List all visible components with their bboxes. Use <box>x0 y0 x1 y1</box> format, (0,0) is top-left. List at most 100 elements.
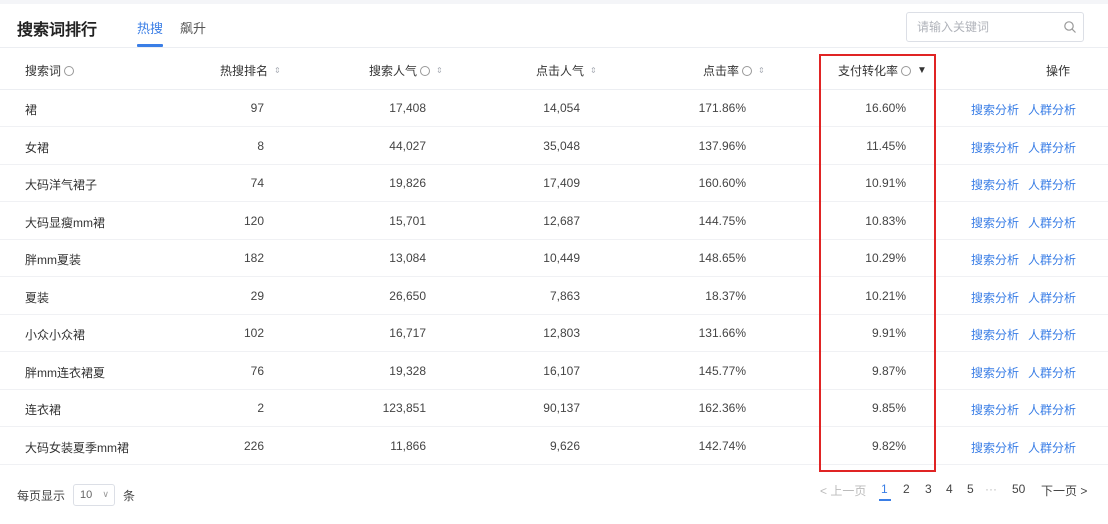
cell-click-popularity: 12,687 <box>543 213 580 228</box>
search-input[interactable] <box>907 13 1057 41</box>
cell-ctr: 160.60% <box>698 176 746 190</box>
tab-hot-search[interactable]: 热搜 <box>137 18 163 37</box>
column-header-rank[interactable]: 热搜排名 ⇕ <box>220 62 281 79</box>
cell-term: 连衣裙 <box>25 403 62 417</box>
cell-click-popularity: 9,626 <box>549 438 580 453</box>
cell-ctr: 18.37% <box>705 288 746 303</box>
crowd-analysis-link[interactable]: 人群分析 <box>1028 401 1076 418</box>
cell-click-popularity: 7,863 <box>549 288 580 303</box>
cell-rank: 74 <box>250 176 264 190</box>
current-page-indicator <box>879 499 891 501</box>
sort-desc-icon[interactable]: ▼ <box>917 65 927 75</box>
cell-rank: 29 <box>250 288 264 303</box>
search-analysis-link[interactable]: 搜索分析 <box>971 439 1019 456</box>
sort-icon[interactable]: ⇕ <box>758 66 765 75</box>
cell-rank: 182 <box>243 251 264 265</box>
page-ellipsis[interactable]: ··· <box>985 482 997 496</box>
table-header: 搜索词 热搜排名 ⇕ 搜索人气 ⇕ 点击人气 ⇕ 点击率 ⇕ 支付转化率 ▼ 操作 <box>0 50 1108 90</box>
next-page-button[interactable]: 下一页 > <box>1041 482 1087 499</box>
page-5-button[interactable]: 5 <box>967 482 974 496</box>
crowd-analysis-link[interactable]: 人群分析 <box>1028 289 1076 306</box>
cell-conversion-rate: 10.29% <box>865 251 906 265</box>
search-analysis-link[interactable]: 搜索分析 <box>971 176 1019 193</box>
sort-icon[interactable]: ⇕ <box>436 66 443 75</box>
chevron-down-icon: ∨ <box>102 489 110 499</box>
cell-conversion-rate: 16.60% <box>865 101 906 115</box>
cell-click-popularity: 14,054 <box>543 101 580 115</box>
crowd-analysis-link[interactable]: 人群分析 <box>1028 326 1076 343</box>
table-row: 夏装 29 26,650 7,863 18.37% 10.21% 搜索分析 人群分析 <box>0 278 1108 315</box>
column-header-ctr[interactable]: 点击率 ⇕ <box>703 62 765 79</box>
prev-page-button[interactable]: < 上一页 <box>820 482 866 499</box>
search-analysis-link[interactable]: 搜索分析 <box>971 251 1019 268</box>
page-4-button[interactable]: 4 <box>946 482 953 496</box>
cell-search-popularity: 26,650 <box>389 288 426 303</box>
search-analysis-link[interactable]: 搜索分析 <box>971 101 1019 118</box>
column-header-actions: 操作 <box>1046 64 1071 78</box>
cell-rank: 97 <box>250 101 264 115</box>
search-icon[interactable] <box>1063 20 1077 34</box>
page-2-button[interactable]: 2 <box>903 482 910 496</box>
page-size-select[interactable]: 10 ∨ <box>73 484 116 506</box>
cell-search-popularity: 123,851 <box>382 401 426 415</box>
column-header-search-popularity[interactable]: 搜索人气 ⇕ <box>369 62 443 79</box>
info-icon[interactable] <box>742 65 753 76</box>
crowd-analysis-link[interactable]: 人群分析 <box>1028 214 1076 231</box>
table-row: 大码洋气裙子 74 19,826 17,409 160.60% 10.91% 搜索分析 人群分… <box>0 165 1108 202</box>
cell-rank: 226 <box>243 438 264 453</box>
cell-rank: 120 <box>243 213 264 228</box>
info-icon[interactable] <box>420 65 431 76</box>
table-row: 连衣裙 2 123,851 90,137 162.36% 9.85% 搜索分析 人群分析 <box>0 390 1108 427</box>
cell-click-popularity: 12,803 <box>543 326 580 340</box>
column-header-conversion-rate[interactable]: 支付转化率 ▼ <box>838 62 927 79</box>
sort-icon[interactable]: ⇕ <box>274 66 281 75</box>
cell-ctr: 171.86% <box>698 101 746 115</box>
page-50-button[interactable]: 50 <box>1012 482 1025 496</box>
page-3-button[interactable]: 3 <box>925 482 932 496</box>
cell-search-popularity: 19,826 <box>389 176 426 190</box>
tab-rising[interactable]: 飙升 <box>180 18 206 37</box>
crowd-analysis-link[interactable]: 人群分析 <box>1028 251 1076 268</box>
info-icon[interactable] <box>64 65 75 76</box>
cell-search-popularity: 44,027 <box>389 138 426 153</box>
cell-term: 女裙 <box>25 140 50 155</box>
cell-ctr: 137.96% <box>698 138 746 153</box>
crowd-analysis-link[interactable]: 人群分析 <box>1028 176 1076 193</box>
cell-ctr: 131.66% <box>698 326 746 340</box>
active-tab-indicator <box>137 44 163 47</box>
cell-term: 胖mm夏装 <box>25 253 81 267</box>
search-analysis-link[interactable]: 搜索分析 <box>971 401 1019 418</box>
sort-icon[interactable]: ⇕ <box>590 66 597 75</box>
page-1-button[interactable]: 1 <box>881 482 888 496</box>
cell-click-popularity: 90,137 <box>543 401 580 415</box>
cell-click-popularity: 10,449 <box>543 251 580 265</box>
info-icon[interactable] <box>901 65 912 76</box>
cell-click-popularity: 35,048 <box>543 138 580 153</box>
search-box[interactable] <box>906 12 1084 42</box>
column-header-click-popularity[interactable]: 点击人气 ⇕ <box>536 62 597 79</box>
cell-ctr: 148.65% <box>698 251 746 265</box>
cell-conversion-rate: 9.82% <box>871 438 906 453</box>
search-analysis-link[interactable]: 搜索分析 <box>971 326 1019 343</box>
table-row: 裙 97 17,408 14,054 171.86% 16.60% 搜索分析 人群分析 <box>0 90 1108 127</box>
crowd-analysis-link[interactable]: 人群分析 <box>1028 439 1076 456</box>
search-analysis-link[interactable]: 搜索分析 <box>971 139 1019 156</box>
crowd-analysis-link[interactable]: 人群分析 <box>1028 101 1076 118</box>
table-row: 女裙 8 44,027 35,048 137.96% 11.45% 搜索分析 人群分析 <box>0 128 1108 165</box>
search-analysis-link[interactable]: 搜索分析 <box>971 364 1019 381</box>
cell-conversion-rate: 10.83% <box>865 213 906 228</box>
cell-rank: 102 <box>243 326 264 340</box>
cell-conversion-rate: 9.85% <box>871 401 906 415</box>
crowd-analysis-link[interactable]: 人群分析 <box>1028 364 1076 381</box>
page-size-control: 每页显示 10 ∨ 条 <box>17 484 135 506</box>
cell-rank: 76 <box>250 363 264 378</box>
search-analysis-link[interactable]: 搜索分析 <box>971 289 1019 306</box>
cell-term: 裙 <box>25 103 38 117</box>
crowd-analysis-link[interactable]: 人群分析 <box>1028 139 1076 156</box>
cell-conversion-rate: 10.91% <box>865 176 906 190</box>
search-analysis-link[interactable]: 搜索分析 <box>971 214 1019 231</box>
table-row: 胖mm连衣裙夏 76 19,328 16,107 145.77% 9.87% 搜索分析 人群分… <box>0 353 1108 390</box>
cell-conversion-rate: 9.87% <box>871 363 906 378</box>
cell-term: 大码洋气裙子 <box>25 178 98 192</box>
cell-click-popularity: 16,107 <box>543 363 580 378</box>
